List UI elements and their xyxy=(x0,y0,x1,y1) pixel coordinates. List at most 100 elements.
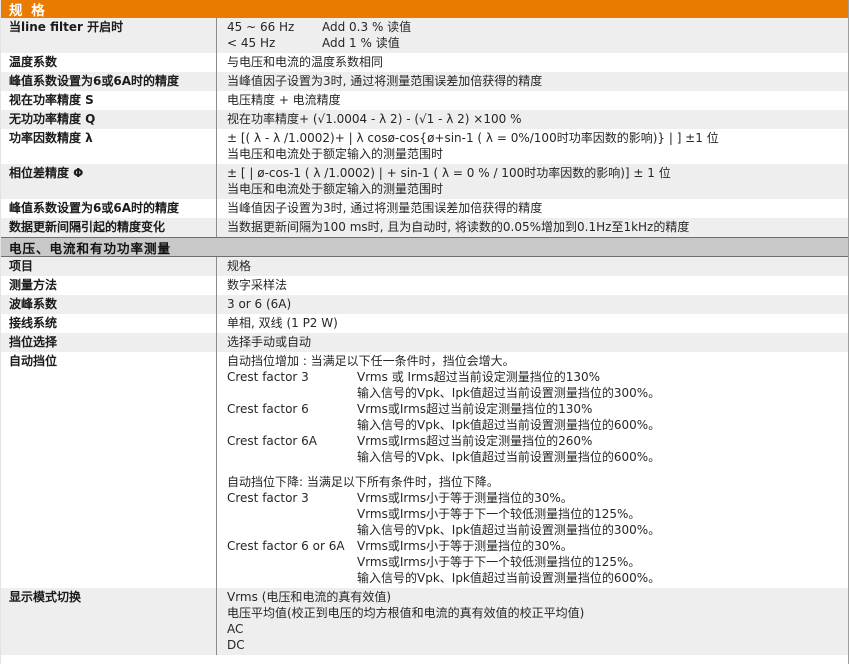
spec-row: 挡位选择选择手动或自动 xyxy=(1,333,848,352)
row-value: ± [( λ - λ /1.0002)+ | λ cosø-cos{ø+sin-… xyxy=(216,129,848,164)
crest-line: Crest factor 6 or 6AVrms或Irms小于等于测量挡位的30… xyxy=(227,538,840,554)
spec-row: 峰值系数设置为6或6A时的精度当峰值因子设置为3时, 通过将测量范围误差加倍获得… xyxy=(1,72,848,91)
value-line: AC xyxy=(227,621,840,637)
crest-line: 输入信号的Vpk、Ipk值超过当前设置测量挡位的300%。 xyxy=(227,385,840,401)
row-label: 显示模式切换 xyxy=(1,588,216,655)
row-value: 数字采样法 xyxy=(216,276,848,295)
crest-line: Crest factor 3Vrms或Irms小于等于测量挡位的30%。 xyxy=(227,490,840,506)
row-label: 功率因数精度 λ xyxy=(1,129,216,164)
value-line: 单相, 双线 (1 P2 W) xyxy=(227,315,840,331)
crest-line: Crest factor 6Vrms或Irms超过当前设定测量挡位的130% xyxy=(227,401,840,417)
spec-row: 当line filter 开启时 45 ~ 66 HzAdd 0.3 % 读值< … xyxy=(1,18,848,53)
crest-condition: 输入信号的Vpk、Ipk值超过当前设置测量挡位的300%。 xyxy=(357,385,660,401)
row-label: 接线系统 xyxy=(1,314,216,333)
crest-line: Vrms或Irms小于等于下一个较低测量挡位的125%。 xyxy=(227,506,840,522)
value-line: 当数据更新间隔为100 ms时, 且为自动时, 将读数的0.05%增加到0.1H… xyxy=(227,219,840,235)
row-value: 视在功率精度+ (√1.0004 - λ 2) - (√1 - λ 2) ×10… xyxy=(216,110,848,129)
spec-row: 波峰系数 3 or 6 (6A) xyxy=(1,295,848,314)
crest-factor-label: Crest factor 3 xyxy=(227,490,357,506)
blank-line xyxy=(227,465,840,474)
crest-condition: Vrms或Irms超过当前设定测量挡位的260% xyxy=(357,433,592,449)
row-value: 规格 xyxy=(216,257,848,276)
row-label: 项目 xyxy=(1,257,216,276)
row-label: 自动挡位 xyxy=(1,352,216,588)
row-value: 当峰值因子设置为3时, 通过将测量范围误差加倍获得的精度 xyxy=(216,199,848,218)
crest-condition: 输入信号的Vpk、Ipk值超过当前设置测量挡位的600%。 xyxy=(357,570,660,586)
crest-factor-label xyxy=(227,570,357,586)
value-line: 当电压和电流处于额定输入的测量范围时 xyxy=(227,146,840,162)
value-line: 规格 xyxy=(227,258,840,274)
row-value: 当峰值因子设置为3时, 通过将测量范围误差加倍获得的精度 xyxy=(216,72,848,91)
spec-table: 规 格当line filter 开启时45 ~ 66 HzAdd 0.3 % 读… xyxy=(1,0,848,655)
spec-row: 数据更新间隔引起的精度变化当数据更新间隔为100 ms时, 且为自动时, 将读数… xyxy=(1,218,848,237)
value-line: 电压平均值(校正到电压的均方根值和电流的真有效值的校正平均值) xyxy=(227,605,840,621)
crest-line: 输入信号的Vpk、Ipk值超过当前设置测量挡位的600%。 xyxy=(227,417,840,433)
crest-factor-label: Crest factor 6 or 6A xyxy=(227,538,357,554)
row-label: 波峰系数 xyxy=(1,295,216,314)
value-line: 视在功率精度+ (√1.0004 - λ 2) - (√1 - λ 2) ×10… xyxy=(227,111,840,127)
value-line: 自动挡位下降: 当满足以下所有条件时，挡位下降。 xyxy=(227,474,840,490)
value-line: 当峰值因子设置为3时, 通过将测量范围误差加倍获得的精度 xyxy=(227,200,840,216)
row-label: 相位差精度 Φ xyxy=(1,164,216,199)
crest-factor-label: Crest factor 3 xyxy=(227,369,357,385)
row-value: 单相, 双线 (1 P2 W) xyxy=(216,314,848,333)
crest-line: Crest factor 3Vrms 或 Irms超过当前设定测量挡位的130% xyxy=(227,369,840,385)
spec-row: 相位差精度 Φ ± [ | ø-cos-1 ( λ /1.0002) | + si… xyxy=(1,164,848,199)
crest-line: Vrms或Irms小于等于下一个较低测量挡位的125%。 xyxy=(227,554,840,570)
crest-factor-label xyxy=(227,385,357,401)
value-line: 当峰值因子设置为3时, 通过将测量范围误差加倍获得的精度 xyxy=(227,73,840,89)
row-value: 电压精度 + 电流精度 xyxy=(216,91,848,110)
value-line: 当电压和电流处于额定输入的测量范围时 xyxy=(227,181,840,197)
crest-condition: Vrms或Irms小于等于下一个较低测量挡位的125%。 xyxy=(357,506,640,522)
row-value: 选择手动或自动 xyxy=(216,333,848,352)
value-line: Vrms (电压和电流的真有效值) xyxy=(227,589,840,605)
spec-page: 规 格当line filter 开启时45 ~ 66 HzAdd 0.3 % 读… xyxy=(0,0,849,664)
spec-row: 视在功率精度 S电压精度 + 电流精度 xyxy=(1,91,848,110)
row-label: 测量方法 xyxy=(1,276,216,295)
spec-row: 自动挡位自动挡位增加 : 当满足以下任一条件时，挡位会增大。Crest fact… xyxy=(1,352,848,588)
spec-row: 峰值系数设置为6或6A时的精度当峰值因子设置为3时, 通过将测量范围误差加倍获得… xyxy=(1,199,848,218)
row-label: 温度系数 xyxy=(1,53,216,72)
row-label: 峰值系数设置为6或6A时的精度 xyxy=(1,72,216,91)
spec-row: 测量方法数字采样法 xyxy=(1,276,848,295)
crest-condition: Vrms或Irms小于等于下一个较低测量挡位的125%。 xyxy=(357,554,640,570)
row-value: 3 or 6 (6A) xyxy=(216,295,848,314)
value-line: 选择手动或自动 xyxy=(227,334,840,350)
row-value: 自动挡位增加 : 当满足以下任一条件时，挡位会增大。Crest factor 3… xyxy=(216,352,848,588)
value-line: 数字采样法 xyxy=(227,277,840,293)
row-label: 峰值系数设置为6或6A时的精度 xyxy=(1,199,216,218)
value-line: 3 or 6 (6A) xyxy=(227,296,840,312)
value-line: 自动挡位增加 : 当满足以下任一条件时，挡位会增大。 xyxy=(227,353,840,369)
row-label: 数据更新间隔引起的精度变化 xyxy=(1,218,216,237)
spec-row: 功率因数精度 λ± [( λ - λ /1.0002)+ | λ cosø-co… xyxy=(1,129,848,164)
value-line: 与电压和电流的温度系数相同 xyxy=(227,54,840,70)
crest-factor-label xyxy=(227,417,357,433)
row-value: 当数据更新间隔为100 ms时, 且为自动时, 将读数的0.05%增加到0.1H… xyxy=(216,218,848,237)
pair-left: 45 ~ 66 Hz xyxy=(227,19,322,35)
crest-factor-label: Crest factor 6 xyxy=(227,401,357,417)
row-value: Vrms (电压和电流的真有效值)电压平均值(校正到电压的均方根值和电流的真有效… xyxy=(216,588,848,655)
crest-condition: Vrms 或 Irms超过当前设定测量挡位的130% xyxy=(357,369,600,385)
crest-line: 输入信号的Vpk、Ipk值超过当前设置测量挡位的300%。 xyxy=(227,522,840,538)
row-value: ± [ | ø-cos-1 ( λ /1.0002) | + sin-1 ( λ… xyxy=(216,164,848,199)
spec-row: 无功功率精度 Q视在功率精度+ (√1.0004 - λ 2) - (√1 - … xyxy=(1,110,848,129)
value-pair-line: < 45 HzAdd 1 % 读值 xyxy=(227,35,840,51)
value-pair-line: 45 ~ 66 HzAdd 0.3 % 读值 xyxy=(227,19,840,35)
pair-right: Add 0.3 % 读值 xyxy=(322,19,411,35)
row-label: 挡位选择 xyxy=(1,333,216,352)
row-value: 与电压和电流的温度系数相同 xyxy=(216,53,848,72)
value-line: ± [ | ø-cos-1 ( λ /1.0002) | + sin-1 ( λ… xyxy=(227,165,840,181)
crest-condition: Vrms或Irms超过当前设定测量挡位的130% xyxy=(357,401,592,417)
pair-left: < 45 Hz xyxy=(227,35,322,51)
value-line: DC xyxy=(227,637,840,653)
row-label: 当line filter 开启时 xyxy=(1,18,216,53)
crest-factor-label xyxy=(227,554,357,570)
spec-row: 项目规格 xyxy=(1,257,848,276)
crest-factor-label: Crest factor 6A xyxy=(227,433,357,449)
pair-right: Add 1 % 读值 xyxy=(322,35,400,51)
crest-condition: Vrms或Irms小于等于测量挡位的30%。 xyxy=(357,538,573,554)
row-label: 视在功率精度 S xyxy=(1,91,216,110)
crest-line: 输入信号的Vpk、Ipk值超过当前设置测量挡位的600%。 xyxy=(227,449,840,465)
spec-row: 接线系统单相, 双线 (1 P2 W) xyxy=(1,314,848,333)
spec-row: 温度系数与电压和电流的温度系数相同 xyxy=(1,53,848,72)
